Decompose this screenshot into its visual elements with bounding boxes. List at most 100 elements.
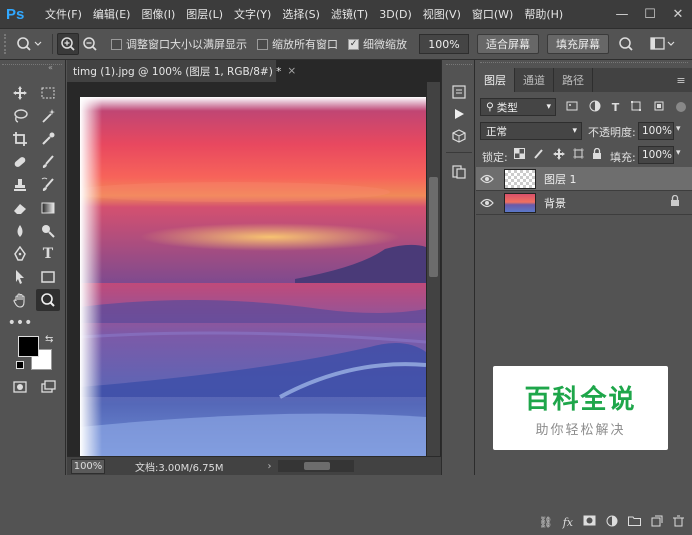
fill-screen-button[interactable]: 填充屏幕 [547,34,609,54]
add-mask-icon[interactable] [583,515,596,529]
minimize-button[interactable]: — [608,0,636,28]
path-selection-icon[interactable] [8,266,32,288]
toolbar-grip[interactable] [2,64,62,70]
lock-artboard-icon[interactable] [572,148,584,162]
layer-row-layer1[interactable]: 图层 1 [476,167,692,191]
workspace-icon[interactable] [647,33,679,55]
blur-tool-icon[interactable] [8,220,32,242]
eraser-tool-icon[interactable] [8,197,32,219]
layer-name[interactable]: 图层 1 [544,171,577,187]
delete-layer-icon[interactable] [673,515,684,530]
magic-wand-icon[interactable] [36,105,60,127]
move-tool-icon[interactable] [8,82,32,104]
filter-type-icon[interactable]: T [612,101,620,114]
tab-paths[interactable]: 路径 [554,68,593,92]
foreground-color-swatch[interactable] [18,336,39,357]
history-brush-icon[interactable] [36,174,60,196]
eye-icon[interactable] [476,198,498,208]
close-button[interactable]: ✕ [664,0,692,28]
zoom-in-icon[interactable] [57,33,79,55]
document-size-info[interactable]: 文档:3.00M/6.75M [135,459,224,474]
lock-image-icon[interactable] [533,148,544,162]
close-tab-icon[interactable]: × [287,65,296,77]
menu-help[interactable]: 帮助(H) [524,6,563,22]
document-tab[interactable]: timg (1).jpg @ 100% (图层 1, RGB/8#) * × [67,60,296,82]
options-bar-grip[interactable] [4,34,12,54]
vertical-scrollbar[interactable] [427,82,440,456]
zoom-tool-icon[interactable] [36,289,60,311]
eyedropper-icon[interactable] [36,128,60,150]
link-layers-icon[interactable]: ⛓ [539,516,553,529]
horizontal-scrollbar-thumb[interactable] [303,462,330,470]
crop-tool-icon[interactable] [8,128,32,150]
zoom-tool-preset-icon[interactable] [12,33,48,55]
menu-edit[interactable]: 编辑(E) [93,6,131,22]
filter-shape-icon[interactable] [630,100,642,115]
type-tool-icon[interactable]: T [36,243,60,265]
collapse-icon[interactable]: « [48,63,53,72]
brush-tool-icon[interactable] [36,151,60,173]
default-colors-icon[interactable] [16,361,24,369]
chevron-down-icon[interactable]: ▾ [676,124,681,134]
menu-file[interactable]: 文件(F) [45,6,82,22]
maximize-button[interactable]: ☐ [636,0,664,28]
layer-row-background[interactable]: 背景 [476,191,692,215]
lasso-tool-icon[interactable] [8,105,32,127]
properties-panel-icon[interactable] [449,162,469,182]
panel-grip[interactable] [480,62,688,66]
status-zoom-field[interactable]: 100% [71,458,105,474]
filter-pixel-icon[interactable] [566,100,578,115]
layer-filter-select[interactable]: ⚲ 类型 ▾ [480,98,556,116]
lock-position-icon[interactable] [552,147,565,163]
3d-panel-icon[interactable] [449,126,469,146]
new-layer-icon[interactable] [651,515,663,530]
rectangle-tool-icon[interactable] [36,266,60,288]
dock-grip[interactable] [446,64,472,69]
chevron-down-icon[interactable]: ▾ [676,148,681,158]
menu-3d[interactable]: 3D(D) [379,8,412,21]
tab-channels[interactable]: 通道 [515,68,554,92]
adjustment-layer-icon[interactable] [606,515,618,530]
search-icon[interactable] [615,33,637,55]
tab-layers[interactable]: 图层 [476,68,515,92]
panel-menu-icon[interactable]: ≡ [670,68,692,92]
more-tools-icon[interactable]: ••• [8,312,33,334]
actions-play-icon[interactable] [449,104,469,124]
screen-mode-icon[interactable] [36,376,60,398]
filter-smart-object-icon[interactable] [653,100,665,115]
menu-layer[interactable]: 图层(L) [186,6,223,22]
history-panel-icon[interactable] [449,82,469,102]
gradient-tool-icon[interactable] [36,197,60,219]
zoom-out-icon[interactable] [79,33,101,55]
opacity-field[interactable]: 100% [638,122,674,140]
healing-brush-icon[interactable] [8,151,32,173]
lock-all-icon[interactable] [592,147,602,163]
image-canvas[interactable] [80,97,426,456]
fit-screen-button[interactable]: 适合屏幕 [477,34,539,54]
menu-type[interactable]: 文字(Y) [234,6,271,22]
menu-filter[interactable]: 滤镜(T) [331,6,368,22]
vertical-scrollbar-thumb[interactable] [429,177,438,277]
fill-field[interactable]: 100% [638,146,674,164]
layer-name[interactable]: 背景 [544,195,566,211]
menu-select[interactable]: 选择(S) [282,6,320,22]
fx-icon[interactable]: fx [563,516,573,529]
menu-image[interactable]: 图像(I) [141,6,175,22]
swap-colors-icon[interactable]: ⇆ [45,334,53,345]
scrubby-zoom-checkbox[interactable]: ✓ [348,38,359,50]
quick-mask-icon[interactable] [8,376,32,398]
blend-mode-select[interactable]: 正常 ▾ [480,122,582,140]
zoom-all-windows-checkbox[interactable] [257,38,268,50]
filter-adjustment-icon[interactable] [589,100,601,115]
menu-window[interactable]: 窗口(W) [472,6,513,22]
status-menu-arrow-icon[interactable]: › [268,461,272,472]
menu-view[interactable]: 视图(V) [423,6,461,22]
resize-windows-checkbox[interactable] [111,38,122,50]
pen-tool-icon[interactable] [8,243,32,265]
filter-toggle-icon[interactable] [675,102,686,112]
new-group-icon[interactable] [628,515,641,529]
clone-stamp-icon[interactable] [8,174,32,196]
marquee-tool-icon[interactable] [36,82,60,104]
eye-icon[interactable] [476,174,498,184]
lock-transparent-icon[interactable] [514,148,525,162]
